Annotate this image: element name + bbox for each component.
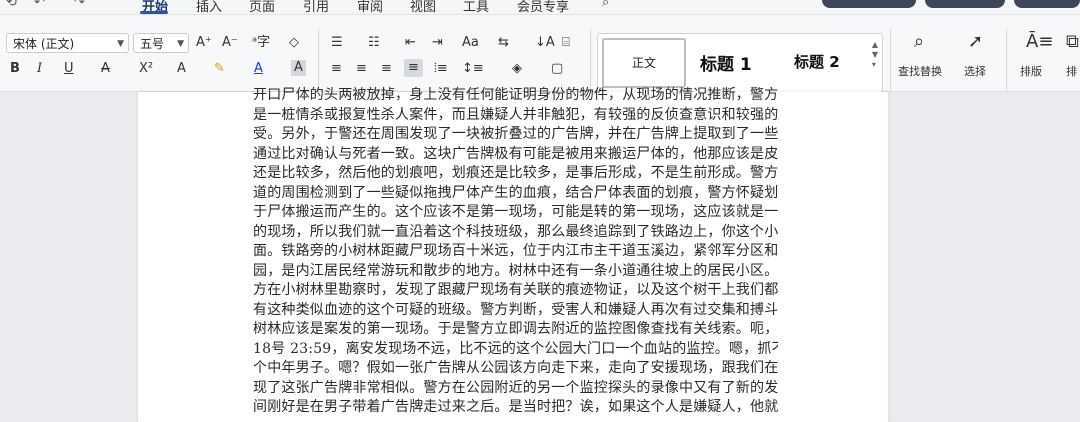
distribute-icon[interactable]: ⦙≡ xyxy=(434,61,448,77)
top-action-button-1[interactable] xyxy=(822,0,916,8)
document-line: 还是比较多，然后他的划痕吧，划痕还是比较多，是事后形成，不是生前形成。警方在排水 xyxy=(253,165,778,181)
text-effect-icon[interactable]: A xyxy=(177,61,186,77)
separator xyxy=(590,29,591,91)
tab-member[interactable]: 会员专享 xyxy=(517,0,569,14)
tab-view[interactable]: 视图 xyxy=(410,0,436,14)
numbering-icon[interactable]: ☷ xyxy=(368,35,380,51)
top-action-button-3[interactable] xyxy=(1014,0,1080,8)
style-normal[interactable]: 正文 xyxy=(602,38,686,88)
font-size-select[interactable]: 五号 ▼ xyxy=(133,33,189,53)
document-line: 面。铁路旁的小树林距藏尸现场百十米远，位于内江市主干道玉溪边，紧邻军分区和人民公 xyxy=(253,243,778,259)
align-right-icon[interactable]: ≡ xyxy=(381,61,392,77)
style-heading-2[interactable]: 标题 2 xyxy=(794,51,840,72)
document-canvas: 开口尸体的头两被放掉，身上没有任何能证明身份的物件，从现场的情况推断，警方认为这… xyxy=(0,87,1080,422)
document-line: 有这种类似血迹的这个可疑的班级。警方判断，受害人和嫌疑人再次有过交集和搏斗，小 xyxy=(253,301,778,318)
tab-reference[interactable]: 引用 xyxy=(303,0,329,14)
styles-scroll-icon[interactable]: ▲ ▼ ▾ xyxy=(872,40,878,70)
document-body[interactable]: 开口尸体的头两被放掉，身上没有任何能证明身份的物件，从现场的情况推断，警方认为这… xyxy=(253,86,778,418)
increase-indent-icon[interactable]: ⇥ xyxy=(432,35,443,51)
justify-icon[interactable]: ≡ xyxy=(404,59,423,77)
underline-icon[interactable]: U xyxy=(64,61,74,77)
document-line: 受。另外，于警还在周围发现了一块被折叠过的广告牌，并在广告牌上提取到了一些血迹， xyxy=(253,126,778,142)
undo-icon[interactable]: ↶ xyxy=(34,0,45,10)
char-shading-icon[interactable]: A xyxy=(291,60,306,76)
document-line: 园，是内江居民经常游玩和散步的地方。树林中还有一条小道通往坡上的居民小区。内江警 xyxy=(253,262,778,279)
document-line: 个中年男子。嗯？假如一张广告牌从公园该方向走下来，走向了安援现场，跟我们在现场发 xyxy=(253,360,778,376)
ribbon-toolbar: 宋体 (正文) ▼ 五号 ▼ A⁺ A⁻ ᵃ字 ◇ B I U A X² A ✎… xyxy=(0,15,1080,97)
tab-tools[interactable]: 工具 xyxy=(463,0,489,14)
arrange-icon[interactable]: ⧉ xyxy=(1066,31,1079,52)
separator xyxy=(318,29,319,91)
tab-insert[interactable]: 插入 xyxy=(196,0,222,14)
phonetic-icon[interactable]: ᵃ字 xyxy=(252,35,270,51)
save-icon[interactable]: ⟲ xyxy=(6,0,17,10)
active-tab-indicator xyxy=(140,11,168,14)
chevron-down-icon: ▼ xyxy=(177,39,184,49)
arrange-button-2[interactable]: 排 xyxy=(1066,63,1077,79)
borders-icon[interactable]: ▢ xyxy=(551,61,563,77)
document-line: 的现场，所以我们就一直沿着这个科技班级，那么最终追踪到了铁路边上，你这个小树林里 xyxy=(253,223,778,240)
bold-icon[interactable]: B xyxy=(10,61,20,77)
menu-bar: ⟲ ↶ ↷ 开始 插入 页面 引用 审阅 视图 工具 会员专享 ⌕ xyxy=(0,0,1080,15)
separator xyxy=(890,29,891,91)
cursor-arrow-icon[interactable]: ➚ xyxy=(968,31,983,52)
strikethrough-icon[interactable]: A xyxy=(101,61,110,77)
superscript-icon[interactable]: X² xyxy=(139,61,153,77)
document-line: 道的周围检测到了一些疑似拖拽尸体产生的血痕，结合尸体表面的划痕，警方怀疑划痕是由 xyxy=(253,184,778,201)
align-left-icon[interactable]: ≡ xyxy=(331,61,342,77)
change-case-icon[interactable]: Aa xyxy=(462,35,479,51)
clear-format-icon[interactable]: ◇ xyxy=(289,35,299,51)
grow-font-icon[interactable]: A⁺ xyxy=(196,35,212,51)
separator xyxy=(1006,29,1007,91)
sort-icon[interactable]: ↓A xyxy=(535,35,555,51)
highlight-icon[interactable]: ✎ xyxy=(214,61,225,77)
font-size-value: 五号 xyxy=(140,37,165,51)
font-name-select[interactable]: 宋体 (正文) ▼ xyxy=(6,33,129,53)
typeset-icon[interactable]: Ā≡ xyxy=(1026,31,1053,52)
document-line: 开口尸体的头两被放掉，身上没有任何能证明身份的物件，从现场的情况推断，警方认为这 xyxy=(253,87,778,103)
document-line: 18号 23:59，离安发现场不远，比不远的这个公园大门口一个血站的监控。嗯，抓… xyxy=(253,340,778,357)
document-line: 方在小树林里勘察时，发现了跟藏尸现场有关联的痕迹物证，以及这个树干上我们都发现到 xyxy=(253,282,778,298)
document-line: 树林应该是案发的第一现场。于是警方立即调去附近的监控图像查找有关线索。呃， 7月 xyxy=(253,321,778,337)
arrange-button[interactable]: 排版 xyxy=(1020,63,1042,79)
bullets-icon[interactable]: ☰ xyxy=(331,35,343,51)
show-marks-icon[interactable]: ⌸ xyxy=(562,35,570,51)
align-center-icon[interactable]: ≡ xyxy=(356,61,367,77)
search-icon[interactable]: ⌕ xyxy=(602,0,609,10)
italic-icon[interactable]: I xyxy=(37,61,42,77)
document-line: 是一桩情杀或报复性杀人案件，而且嫌疑人并非触犯，有较强的反侦查意识和较强的心理承 xyxy=(253,106,778,123)
top-action-button-2[interactable] xyxy=(925,0,1005,8)
redo-icon[interactable]: ↷ xyxy=(74,0,85,10)
shading-icon[interactable]: ◈ xyxy=(512,61,522,77)
search-icon[interactable]: ⌕ xyxy=(914,31,924,52)
chevron-down-icon: ▼ xyxy=(117,39,124,49)
document-line: 现了这张广告牌非常相似。警方在公园附近的另一个监控探头的录像中又有了新的发现，时 xyxy=(253,379,778,396)
select-button[interactable]: 选择 xyxy=(964,63,986,79)
find-replace-button[interactable]: 查找替换 xyxy=(898,63,942,79)
document-line: 间刚好是在男子带着广告牌走过来之后。是当时把？诶，如果这个人是嫌疑人，他就有可能 xyxy=(253,399,778,415)
tab-page[interactable]: 页面 xyxy=(249,0,275,14)
style-heading-1[interactable]: 标题 1 xyxy=(700,50,752,75)
font-color-icon[interactable]: A xyxy=(254,61,263,77)
decrease-indent-icon[interactable]: ⇤ xyxy=(405,35,416,51)
text-direction-icon[interactable]: ⇆ xyxy=(498,35,509,51)
document-page[interactable]: 开口尸体的头两被放掉，身上没有任何能证明身份的物件，从现场的情况推断，警方认为这… xyxy=(138,87,888,422)
document-line: 通过比对确认与死者一致。这块广告牌极有可能是被用来搬运尸体的，他那应该是皮肤痛诊 xyxy=(253,145,778,162)
document-line: 于尸体搬运而产生的。这个应该不是第一现场，可能是转的第一现场，这应该就是一个尝试 xyxy=(253,204,778,220)
font-name-value: 宋体 (正文) xyxy=(13,37,75,51)
tab-review[interactable]: 审阅 xyxy=(357,0,383,14)
line-spacing-icon[interactable]: ↕≡ xyxy=(462,61,484,77)
shrink-font-icon[interactable]: A⁻ xyxy=(222,35,238,51)
